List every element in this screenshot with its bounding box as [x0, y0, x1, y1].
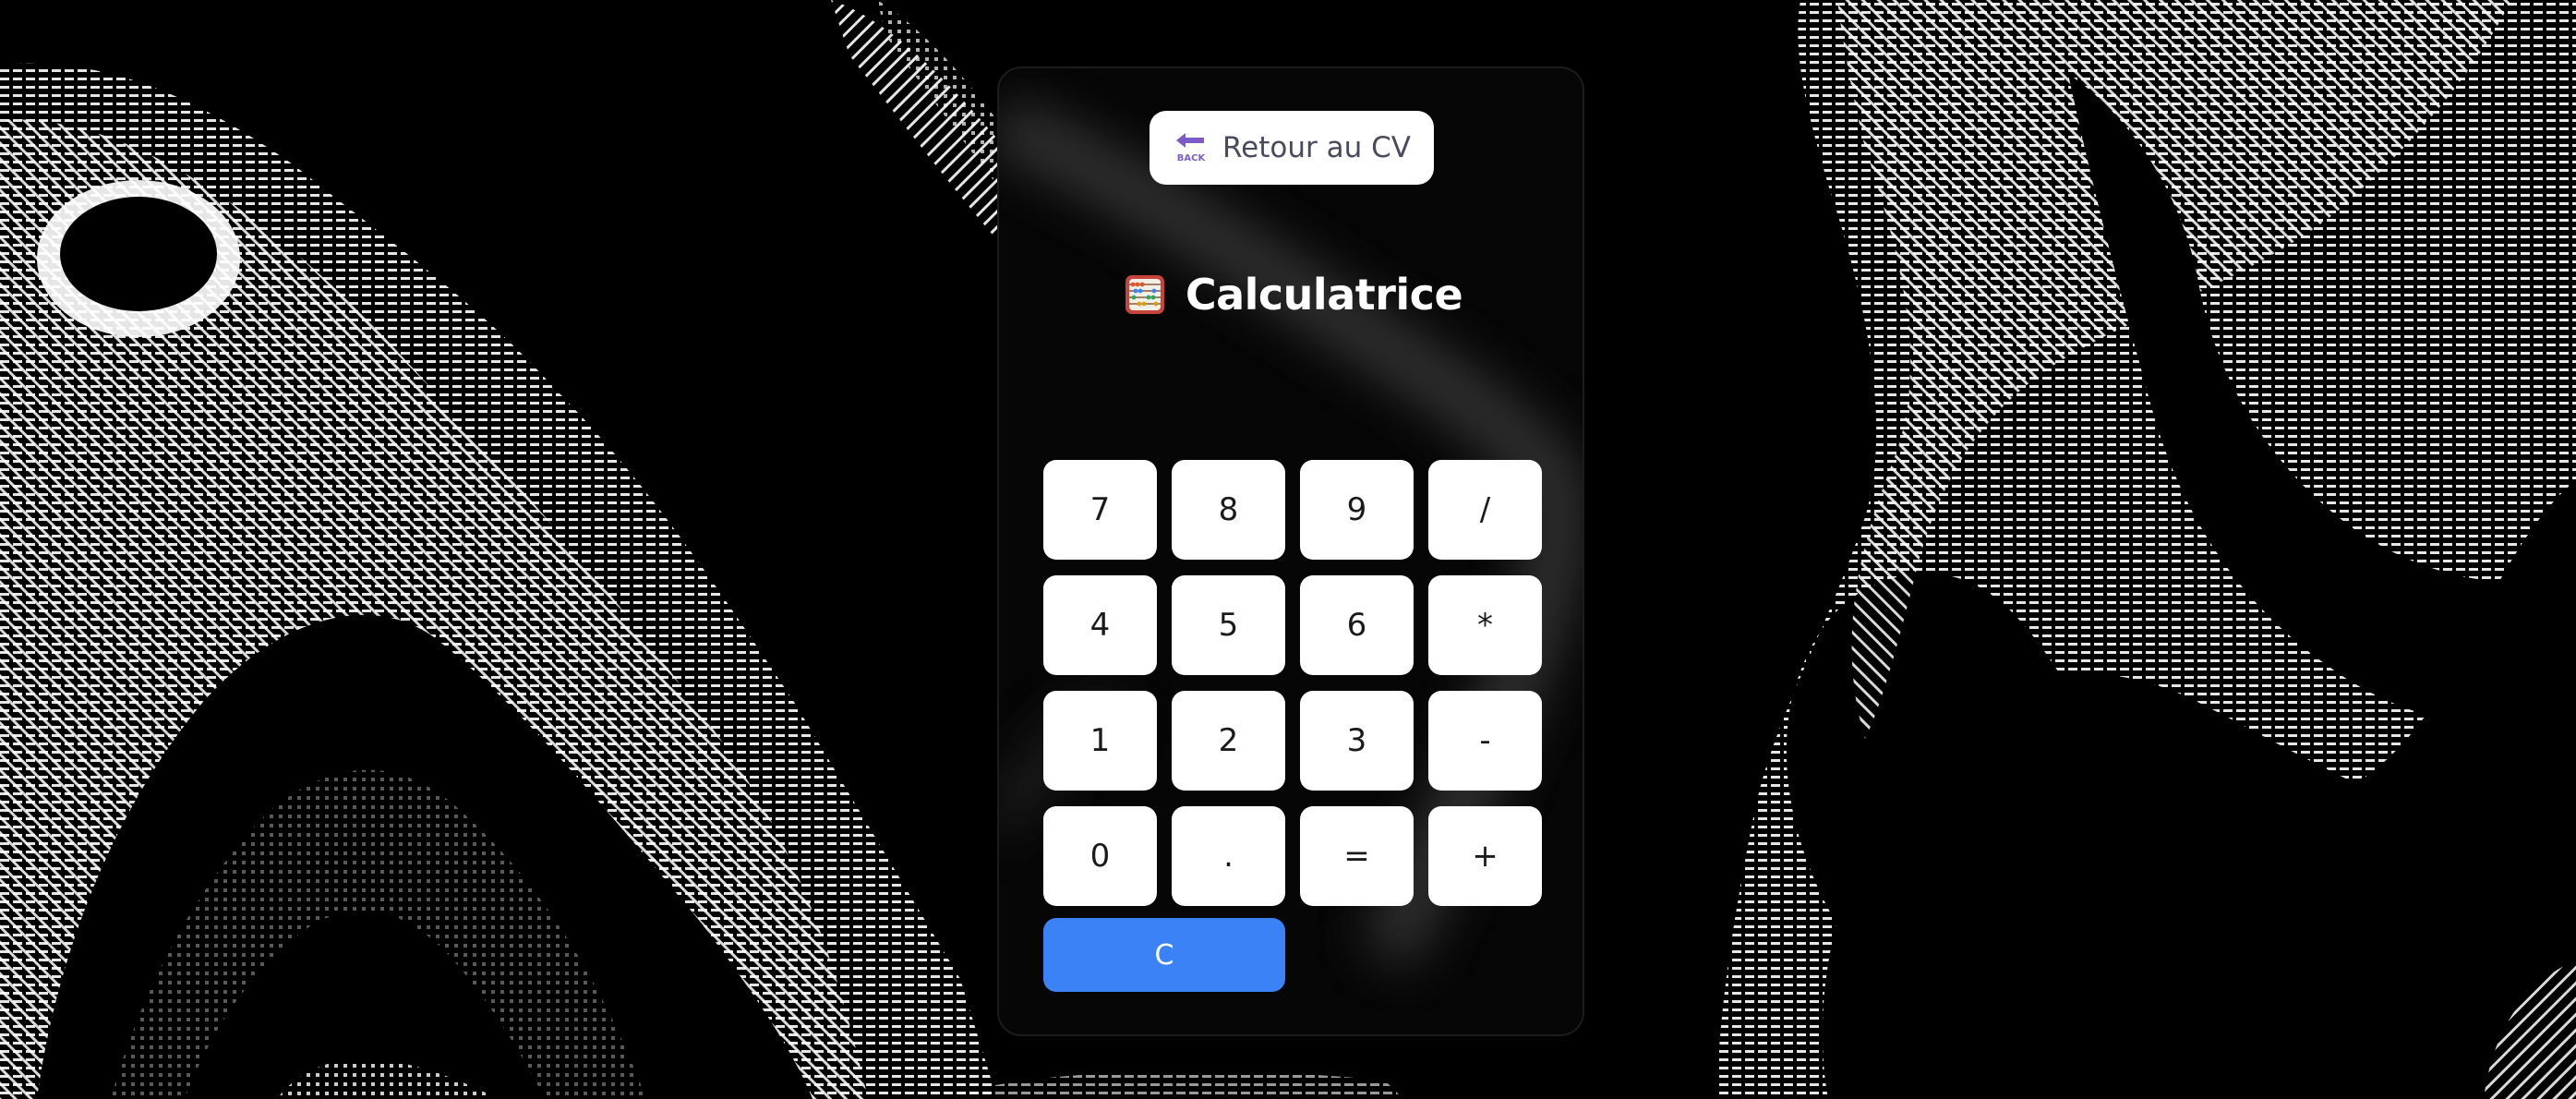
- key-9[interactable]: 9: [1300, 460, 1414, 560]
- key-1[interactable]: 1: [1043, 691, 1157, 791]
- calculator-card: BACK Retour au CV Calculatrice 7 8 9 / 4…: [997, 66, 1584, 1036]
- back-arrow-icon: BACK: [1176, 133, 1207, 163]
- back-icon-text: BACK: [1177, 153, 1207, 163]
- key-subtract[interactable]: -: [1428, 691, 1542, 791]
- title-row: Calculatrice: [999, 262, 1583, 327]
- clear-button[interactable]: C: [1043, 918, 1285, 992]
- back-to-cv-button[interactable]: BACK Retour au CV: [1150, 111, 1434, 185]
- page-title: Calculatrice: [1185, 270, 1463, 320]
- keypad: 7 8 9 / 4 5 6 * 1 2 3 - 0 . = +: [1043, 460, 1543, 906]
- key-4[interactable]: 4: [1043, 575, 1157, 675]
- key-2[interactable]: 2: [1172, 691, 1285, 791]
- key-decimal[interactable]: .: [1172, 806, 1285, 906]
- key-6[interactable]: 6: [1300, 575, 1414, 675]
- page-background: BACK Retour au CV Calculatrice 7 8 9 / 4…: [0, 0, 2576, 1099]
- key-7[interactable]: 7: [1043, 460, 1157, 560]
- key-equals[interactable]: =: [1300, 806, 1414, 906]
- back-button-label: Retour au CV: [1222, 131, 1411, 164]
- key-8[interactable]: 8: [1172, 460, 1285, 560]
- calculator-display: [1043, 345, 1542, 438]
- abacus-icon: [1125, 275, 1164, 314]
- key-0[interactable]: 0: [1043, 806, 1157, 906]
- key-multiply[interactable]: *: [1428, 575, 1542, 675]
- key-5[interactable]: 5: [1172, 575, 1285, 675]
- key-3[interactable]: 3: [1300, 691, 1414, 791]
- key-add[interactable]: +: [1428, 806, 1542, 906]
- key-divide[interactable]: /: [1428, 460, 1542, 560]
